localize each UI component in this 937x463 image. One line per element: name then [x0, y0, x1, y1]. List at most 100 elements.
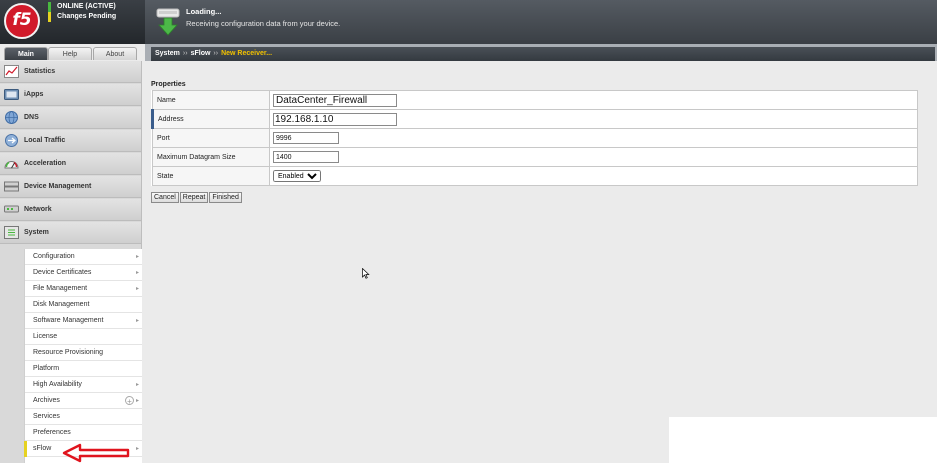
sidebar-item-label: iApps: [24, 91, 44, 98]
submenu-label: High Availability: [33, 381, 82, 388]
submenu-label: sFlow: [33, 445, 52, 452]
status-panel: f5 ONLINE (ACTIVE) Changes Pending: [0, 0, 145, 44]
submenu-item-configuration[interactable]: Configuration ▸: [25, 249, 142, 265]
submenu-label: Services: [33, 413, 60, 420]
address-label: Address: [151, 109, 270, 129]
state-select[interactable]: Enabled: [273, 170, 321, 182]
submenu-item-services[interactable]: Services: [25, 409, 142, 425]
chevron-right-icon: ▸: [135, 254, 139, 260]
sidebar-item-label: Statistics: [24, 68, 56, 75]
submenu-label: Disk Management: [33, 301, 90, 308]
submenu-label: Archives: [33, 397, 60, 404]
online-status: ONLINE (ACTIVE): [48, 2, 116, 12]
chart-icon: [4, 65, 19, 78]
table-row: Port: [152, 128, 918, 148]
sidebar-item-acceleration[interactable]: Acceleration: [0, 153, 141, 175]
properties-section-title: Properties: [151, 81, 186, 88]
gauge-icon: [4, 161, 19, 169]
globe-icon: [5, 111, 18, 124]
finished-button[interactable]: Finished: [209, 192, 242, 203]
submenu-label: Platform: [33, 365, 60, 372]
submenu-item-disk-management[interactable]: Disk Management: [25, 297, 142, 313]
blank-region: [669, 417, 937, 463]
submenu-item-file-management[interactable]: File Management ▸: [25, 281, 142, 297]
tab-help[interactable]: Help: [48, 47, 92, 60]
submenu-item-resource-provisioning[interactable]: Resource Provisioning: [25, 345, 142, 361]
add-icon[interactable]: +: [125, 396, 134, 406]
table-row: Name: [152, 90, 918, 110]
device-icon: [4, 181, 19, 192]
mouse-cursor-icon: [362, 268, 370, 279]
changes-pending-status[interactable]: Changes Pending: [48, 12, 116, 22]
sidebar-item-label: Acceleration: [24, 160, 67, 167]
submenu-label: File Management: [33, 285, 88, 292]
submenu-item-software-management[interactable]: Software Management ▸: [25, 313, 142, 329]
sidebar-item-statistics[interactable]: Statistics: [0, 61, 141, 83]
iapps-icon: [4, 89, 19, 100]
submenu-item-platform[interactable]: Platform: [25, 361, 142, 377]
sidebar-item-label: Device Management: [24, 183, 92, 190]
chevron-right-icon: ▸: [135, 382, 139, 388]
breadcrumb-separator: ››: [213, 50, 219, 57]
chevron-right-icon: ▸: [135, 270, 139, 276]
sidebar-item-dns[interactable]: DNS: [0, 107, 141, 129]
submenu-label: License: [33, 333, 58, 340]
sidebar-item-device-management[interactable]: Device Management: [0, 176, 141, 198]
cancel-button[interactable]: Cancel: [151, 192, 179, 203]
port-label: Port: [152, 128, 270, 148]
name-cell: [269, 90, 918, 110]
sidebar: Statistics iApps DNS Local Traffic Accel…: [0, 61, 142, 463]
address-input[interactable]: [273, 112, 397, 126]
tab-about[interactable]: About: [93, 47, 137, 60]
submenu-item-archives[interactable]: Archives + ▸: [25, 393, 142, 409]
submenu-item-preferences[interactable]: Preferences: [25, 425, 142, 441]
sidebar-item-iapps[interactable]: iApps: [0, 84, 141, 106]
breadcrumb-bar: System ›› sFlow ›› New Receiver...: [145, 44, 937, 61]
system-submenu: Configuration ▸ Device Certificates ▸ Fi…: [24, 249, 142, 463]
submenu-label: Software Management: [33, 317, 104, 324]
traffic-icon: [5, 134, 18, 147]
banner-message: Receiving configuration data from your d…: [186, 19, 341, 28]
chevron-right-icon: ▸: [135, 286, 139, 292]
state-cell: Enabled: [269, 166, 918, 186]
chevron-right-icon: ▸: [135, 398, 139, 404]
max-datagram-size-input[interactable]: [273, 151, 339, 163]
loading-banner: Loading... Receiving configuration data …: [145, 0, 937, 44]
breadcrumb-separator: ››: [182, 50, 188, 57]
chevron-right-icon: ▸: [135, 318, 139, 324]
sidebar-item-network[interactable]: Network: [0, 199, 141, 221]
name-input[interactable]: [273, 93, 397, 107]
f5-logo[interactable]: f5: [4, 3, 40, 39]
breadcrumb-current: New Receiver...: [221, 50, 273, 57]
chevron-right-icon: ▸: [135, 446, 139, 452]
table-row: State Enabled: [152, 166, 918, 186]
breadcrumb-sflow[interactable]: sFlow: [191, 50, 211, 57]
table-row: Maximum Datagram Size: [152, 147, 918, 167]
tab-main[interactable]: Main: [4, 47, 48, 60]
max-datagram-cell: [269, 147, 918, 167]
sidebar-item-label: DNS: [24, 114, 39, 121]
download-arrow-icon: [156, 8, 180, 36]
submenu-item-license[interactable]: License: [25, 329, 142, 345]
breadcrumb: System ›› sFlow ›› New Receiver...: [151, 47, 935, 61]
max-datagram-size-label: Maximum Datagram Size: [152, 147, 270, 167]
port-cell: [269, 128, 918, 148]
name-label: Name: [152, 90, 270, 110]
submenu-item-high-availability[interactable]: High Availability ▸: [25, 377, 142, 393]
port-input[interactable]: [273, 132, 339, 144]
network-icon: [4, 205, 19, 213]
system-icon: [4, 226, 19, 239]
banner-title: Loading...: [186, 7, 222, 16]
state-label: State: [152, 166, 270, 186]
submenu-label: Device Certificates: [33, 269, 92, 276]
submenu-item-device-certificates[interactable]: Device Certificates ▸: [25, 265, 142, 281]
submenu-label: Resource Provisioning: [33, 349, 104, 356]
sidebar-item-label: System: [24, 229, 49, 236]
sidebar-item-system[interactable]: System: [0, 222, 141, 244]
table-row: Address: [151, 109, 918, 129]
address-cell: [269, 109, 918, 129]
breadcrumb-system[interactable]: System: [155, 50, 180, 57]
sidebar-tabs: Main Help About: [0, 44, 145, 61]
sidebar-item-local-traffic[interactable]: Local Traffic: [0, 130, 141, 152]
repeat-button[interactable]: Repeat: [179, 192, 209, 203]
